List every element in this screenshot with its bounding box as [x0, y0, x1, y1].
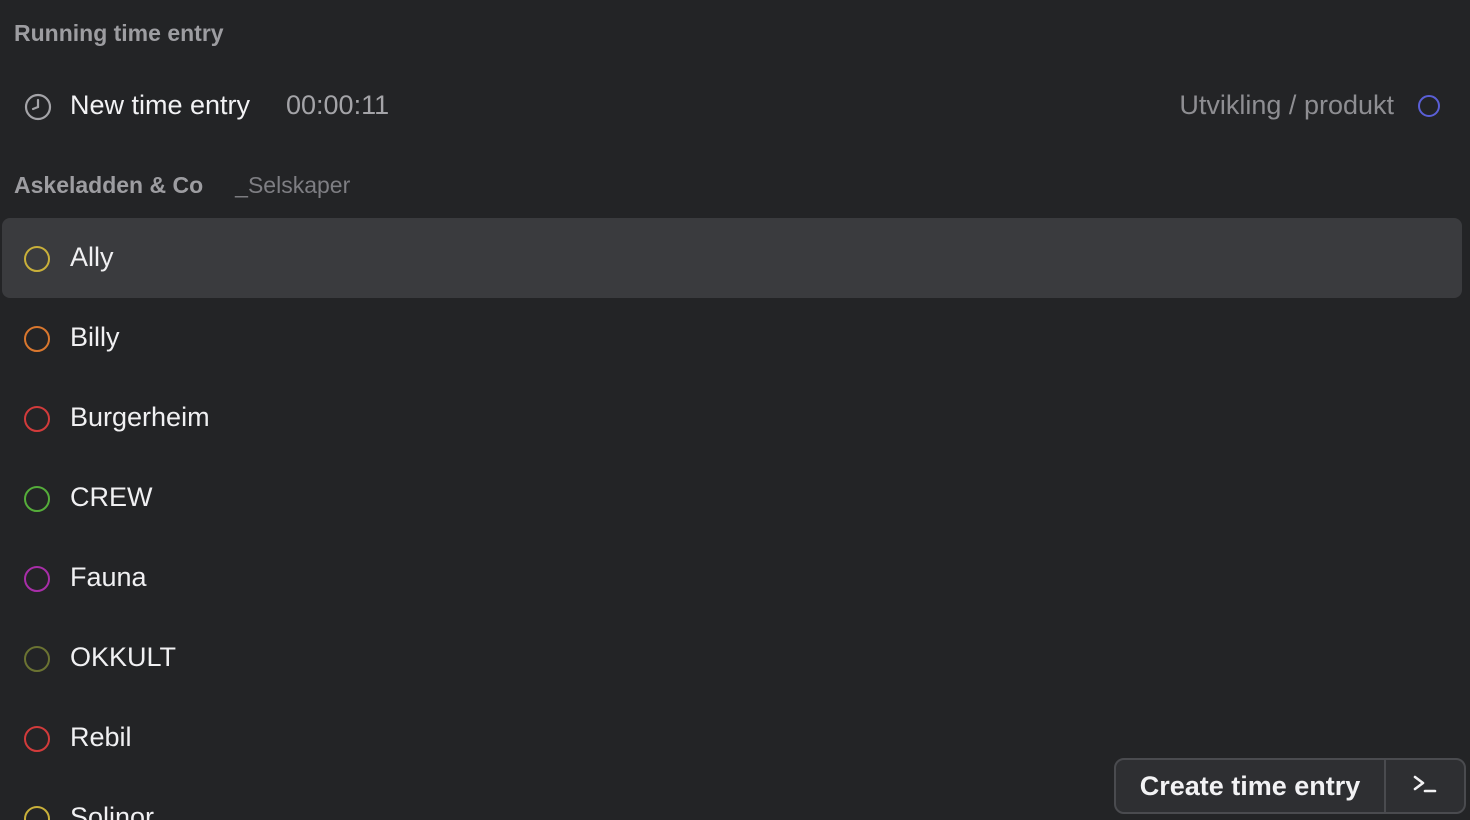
elapsed-timer: 00:00:11 — [286, 90, 390, 120]
entry-title: New time entry — [70, 90, 251, 120]
project-list: Ally Billy Burgerheim CREW Fauna OKKULT Rebil S… — [2, 218, 1462, 820]
project-item-label: Rebil — [70, 722, 132, 752]
workspace-section-header: Askeladden & Co _Selskaper — [14, 172, 350, 199]
project-item-label: OKKULT — [70, 642, 177, 672]
project-item-label: Burgerheim — [70, 402, 210, 432]
workspace-subtitle: _Selskaper — [235, 172, 351, 198]
project-item-label: Ally — [70, 242, 114, 272]
time-entry-panel: Running time entry New time entry 00:00:… — [0, 0, 1470, 820]
project-item[interactable]: Ally — [2, 218, 1462, 298]
project-color-circle-icon — [24, 406, 50, 432]
project-color-circle-icon — [24, 646, 50, 672]
project-item-label: Billy — [70, 322, 120, 352]
project-item-label: Fauna — [70, 562, 147, 592]
project-color-circle-icon — [24, 726, 50, 752]
project-item-label: CREW — [70, 482, 153, 512]
project-color-circle-icon — [24, 326, 50, 352]
project-color-circle-icon — [24, 486, 50, 512]
project-item[interactable]: Billy — [2, 298, 1462, 378]
entry-project-label: Utvikling / produkt — [1179, 90, 1394, 120]
create-time-entry-button[interactable]: Create time entry — [1116, 760, 1386, 812]
project-item[interactable]: CREW — [2, 458, 1462, 538]
workspace-title: Askeladden & Co — [14, 172, 204, 198]
action-bar: Create time entry — [1114, 758, 1466, 814]
command-button[interactable] — [1386, 760, 1464, 812]
terminal-prompt-icon — [1412, 773, 1438, 800]
project-item[interactable]: Burgerheim — [2, 378, 1462, 458]
project-color-circle-icon — [24, 566, 50, 592]
project-color-circle-icon — [24, 246, 50, 272]
running-section-title: Running time entry — [14, 20, 224, 46]
project-item-label: Solinor — [70, 802, 155, 820]
project-item[interactable]: OKKULT — [2, 618, 1462, 698]
project-item[interactable]: Fauna — [2, 538, 1462, 618]
project-color-circle-icon — [1418, 95, 1440, 117]
running-entry-row[interactable]: New time entry 00:00:11 Utvikling / prod… — [2, 68, 1462, 146]
project-color-circle-icon — [24, 806, 50, 820]
clock-icon — [24, 93, 52, 121]
